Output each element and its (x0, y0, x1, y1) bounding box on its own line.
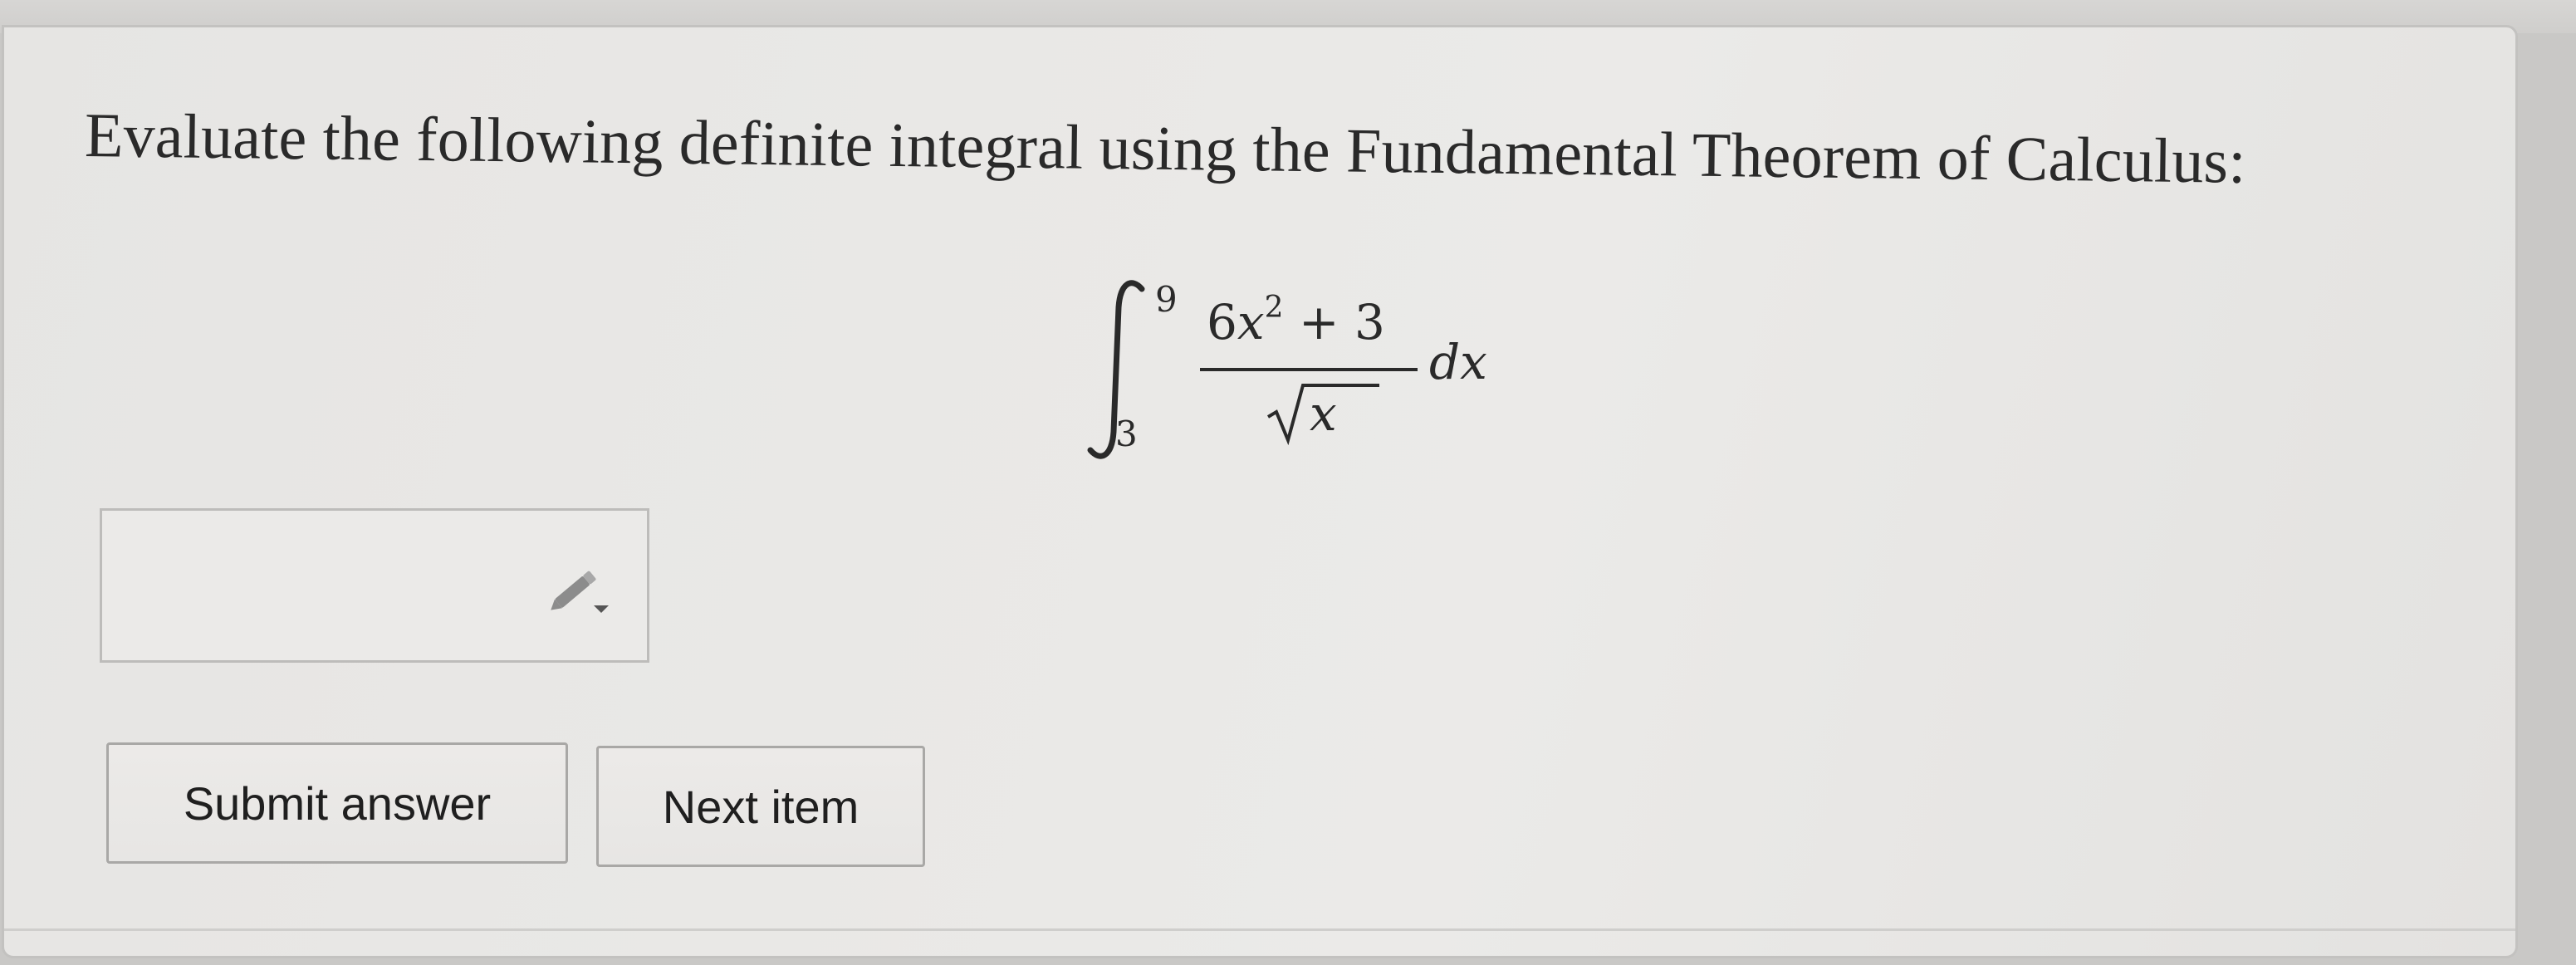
next-item-button[interactable]: Next item (596, 746, 925, 867)
differential: dx (1429, 334, 1487, 390)
card-divider (4, 928, 2515, 931)
numerator-constant: + 3 (1283, 294, 1385, 350)
submit-answer-button[interactable]: Submit answer (106, 742, 568, 864)
fraction-numerator: 6x2 + 3 (1207, 291, 1385, 350)
numerator-variable: x (1237, 294, 1265, 350)
denominator-variable: x (1310, 385, 1337, 442)
fraction-denominator: x (1265, 379, 1381, 445)
upper-limit: 9 (1155, 279, 1178, 320)
answer-input[interactable] (100, 508, 649, 663)
lower-limit: 3 (1115, 414, 1138, 454)
numerator-coefficient: 6 (1207, 294, 1237, 350)
pencil-icon[interactable] (542, 561, 617, 619)
integral-expression: 9 3 6x2 + 3 x dx (1084, 274, 1549, 473)
fraction-bar (1200, 368, 1418, 371)
numerator-exponent: 2 (1264, 291, 1284, 325)
